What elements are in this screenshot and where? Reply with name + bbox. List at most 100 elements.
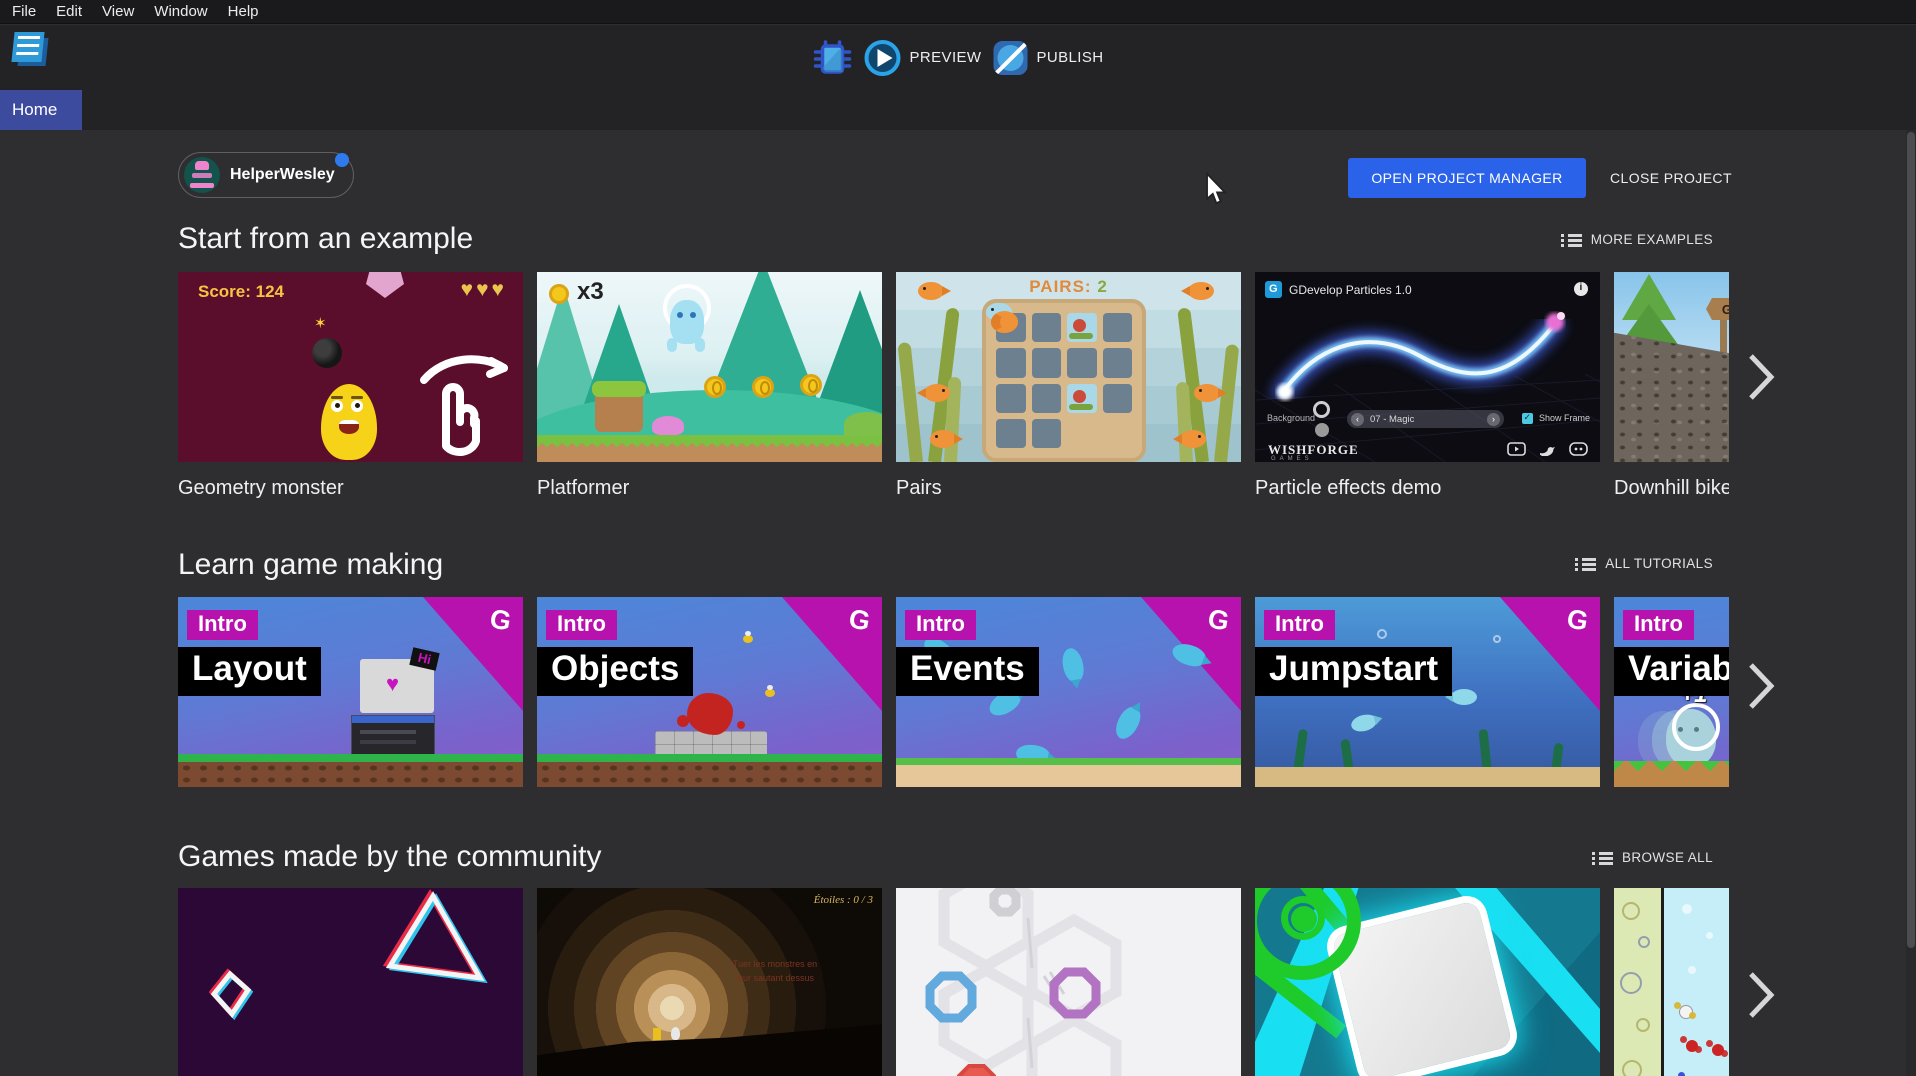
tutorials-row: G Hi Intro Layout G Intro Objects xyxy=(178,597,1729,787)
tutorial-card-layout[interactable]: G Hi Intro Layout xyxy=(178,597,523,787)
open-project-manager-button[interactable]: OPEN PROJECT MANAGER xyxy=(1348,158,1586,198)
menu-file[interactable]: File xyxy=(2,3,46,20)
wishforge-sub: GAMES xyxy=(1271,456,1313,462)
avatar-art xyxy=(192,173,212,178)
coin-icon xyxy=(752,376,774,398)
toolbar-center: PREVIEW PUBLISH xyxy=(813,25,1104,90)
youtube-icon xyxy=(1507,442,1526,456)
examples-section-title: Start from an example xyxy=(178,222,473,256)
community-card-hexagon[interactable] xyxy=(896,888,1241,1076)
project-manager-icon[interactable] xyxy=(12,31,50,69)
example-card-downhill-bike[interactable]: G Downhill bike xyxy=(1614,272,1729,498)
platform-block xyxy=(595,385,643,432)
background-option-circle-filled xyxy=(1315,423,1329,437)
more-examples-link[interactable]: MORE EXAMPLES xyxy=(1561,232,1713,247)
community-card-ringsquare[interactable] xyxy=(1255,888,1600,1076)
monster-brow xyxy=(351,396,363,399)
fish-sprite xyxy=(1188,282,1214,300)
example-card-geometry-monster[interactable]: Score: 124 xyxy=(178,272,523,498)
info-icon xyxy=(1574,282,1588,296)
publish-label: PUBLISH xyxy=(1036,49,1103,66)
example-card-particle-effects[interactable]: GDevelop Particles 1.0 Background 07 - M… xyxy=(1255,272,1600,498)
bubble-outline xyxy=(1638,936,1650,948)
menu-view[interactable]: View xyxy=(92,3,144,20)
mouse-cursor xyxy=(1204,172,1228,206)
community-card-neon[interactable] xyxy=(178,888,523,1076)
layout-thumbnail: G Hi Intro Layout xyxy=(178,597,523,787)
demo-header: GDevelop Particles 1.0 xyxy=(1265,281,1412,298)
all-tutorials-label: ALL TUTORIALS xyxy=(1605,556,1713,571)
panel-art xyxy=(351,715,435,759)
publish-button[interactable]: PUBLISH xyxy=(993,41,1103,75)
variables-thumbnail: G +1 Intro Variables xyxy=(1614,597,1729,787)
bubble-shape xyxy=(1688,966,1696,974)
examples-scroll-right-button[interactable] xyxy=(1741,347,1781,407)
menu-help[interactable]: Help xyxy=(218,3,269,20)
grid-cell xyxy=(1103,384,1133,413)
card-title: Pairs xyxy=(896,477,1241,498)
preview-button[interactable]: PREVIEW xyxy=(865,40,982,76)
close-project-button[interactable]: CLOSE PROJECT xyxy=(1598,158,1744,198)
ghost-sprite xyxy=(671,1027,680,1040)
monster-sprite xyxy=(321,384,377,460)
debug-icon[interactable] xyxy=(813,38,853,78)
menu-window[interactable]: Window xyxy=(144,3,217,20)
social-icons xyxy=(1507,442,1588,456)
tab-home-label: Home xyxy=(12,100,57,120)
tab-bar: Home xyxy=(0,90,1916,130)
fish-sprite xyxy=(1451,689,1477,705)
sand-strip xyxy=(1255,767,1600,787)
pentagon-shape xyxy=(366,272,404,298)
user-profile-chip[interactable]: HelperWesley xyxy=(178,152,354,198)
tab-home[interactable]: Home xyxy=(0,90,82,130)
downhill-thumbnail: G xyxy=(1614,272,1729,462)
hearts-icon xyxy=(461,278,507,302)
fish-sprite xyxy=(924,384,950,402)
community-card-molecules[interactable] xyxy=(1614,888,1729,1076)
intro-tag: Intro xyxy=(1264,610,1335,640)
chevron-right-icon xyxy=(1746,969,1776,1021)
scrollbar-thumb[interactable] xyxy=(1907,132,1915,948)
hexagon-thumbnail xyxy=(896,888,1241,1076)
bush-shape xyxy=(844,412,882,436)
seaweed-shape xyxy=(1214,344,1239,462)
community-card-night[interactable]: Tuer les monstres en leur sautant dessus… xyxy=(537,888,882,1076)
publish-globe-icon xyxy=(993,41,1027,75)
tutorial-card-events[interactable]: G Intro Events xyxy=(896,597,1241,787)
highlight-ring xyxy=(1672,703,1720,751)
example-card-pairs[interactable]: PAIRS: 2 xyxy=(896,272,1241,498)
neon-shapes-art xyxy=(178,888,523,1076)
left-strip xyxy=(1614,888,1664,1076)
grid-cell xyxy=(1032,419,1062,448)
tutorials-scroll-right-button[interactable] xyxy=(1741,656,1781,716)
menu-edit[interactable]: Edit xyxy=(46,3,92,20)
grid-cell-snail xyxy=(1067,313,1097,342)
ground-strip xyxy=(178,762,523,787)
geometry-monster-thumbnail: Score: 124 xyxy=(178,272,523,462)
community-scroll-right-button[interactable] xyxy=(1741,965,1781,1025)
player-sprite xyxy=(653,1028,661,1040)
avatar xyxy=(184,157,220,193)
tutorial-card-jumpstart[interactable]: G Intro Jumpstart xyxy=(1255,597,1600,787)
monster-eye xyxy=(351,400,363,412)
tutorial-card-variables[interactable]: G +1 Intro Variables xyxy=(1614,597,1729,787)
character-sprite xyxy=(670,300,704,344)
ringsquare-thumbnail xyxy=(1255,888,1600,1076)
grid-cell xyxy=(996,348,1026,377)
seaweed-shape xyxy=(897,342,922,462)
effect-name: 07 - Magic xyxy=(1368,414,1483,425)
toolbar: PREVIEW PUBLISH xyxy=(0,25,1916,90)
background-label: Background xyxy=(1267,413,1315,423)
events-thumbnail: G Intro Events xyxy=(896,597,1241,787)
monster-brow xyxy=(331,396,343,399)
browse-all-link[interactable]: BROWSE ALL xyxy=(1592,850,1713,865)
example-card-platformer[interactable]: x3 Platformer xyxy=(537,272,882,498)
tutorials-section-title: Learn game making xyxy=(178,548,443,582)
intro-tag: Intro xyxy=(905,610,976,640)
slime-sprite xyxy=(652,416,684,435)
tutorial-card-objects[interactable]: G Intro Objects xyxy=(537,597,882,787)
discord-icon xyxy=(1569,442,1588,456)
all-tutorials-link[interactable]: ALL TUTORIALS xyxy=(1575,556,1713,571)
card-title: Particle effects demo xyxy=(1255,477,1600,498)
monster-eye xyxy=(331,400,343,412)
